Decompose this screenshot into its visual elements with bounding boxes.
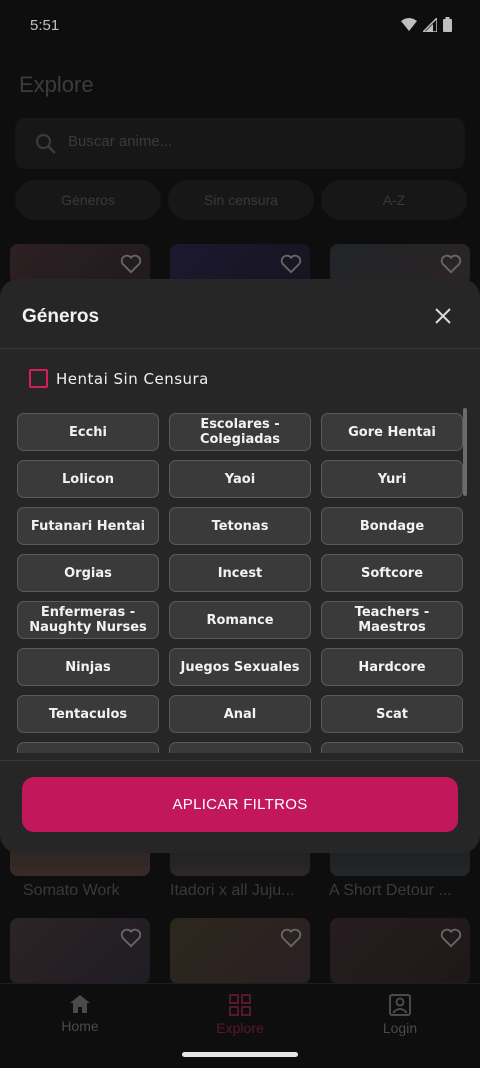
genre-button[interactable]: Escolares - Colegiadas <box>169 413 311 451</box>
genre-button[interactable]: Teachers - Maestros <box>321 601 463 639</box>
nav-home-label: Home <box>61 1018 99 1034</box>
genre-button[interactable]: Futanari Hentai <box>17 507 159 545</box>
genre-button[interactable]: Ecchi <box>17 413 159 451</box>
sheet-header: Géneros <box>0 279 480 349</box>
genre-button[interactable]: Yuri <box>321 460 463 498</box>
uncensored-checkbox-row[interactable]: Hentai Sin Censura <box>29 369 209 388</box>
genre-button[interactable]: Incest <box>169 554 311 592</box>
account-icon <box>389 994 411 1016</box>
nav-home[interactable]: Home <box>20 994 140 1034</box>
nav-login[interactable]: Login <box>340 994 460 1036</box>
home-icon <box>70 995 90 1013</box>
nav-login-label: Login <box>382 1020 418 1036</box>
divider <box>0 760 480 761</box>
genre-button[interactable]: Romance <box>169 601 311 639</box>
genre-button[interactable] <box>169 742 311 753</box>
genre-button[interactable]: Orgias <box>17 554 159 592</box>
scrollbar-thumb[interactable] <box>463 408 467 496</box>
genre-button[interactable]: Hardcore <box>321 648 463 686</box>
genre-button[interactable]: Ninjas <box>17 648 159 686</box>
genre-button[interactable]: Softcore <box>321 554 463 592</box>
genre-button[interactable]: Scat <box>321 695 463 733</box>
close-icon[interactable] <box>430 303 456 329</box>
uncensored-checkbox[interactable] <box>29 369 48 388</box>
genre-button[interactable]: Tentaculos <box>17 695 159 733</box>
genre-button[interactable]: Enfermeras - Naughty Nurses <box>17 601 159 639</box>
apply-filters-button[interactable]: APLICAR FILTROS <box>22 777 458 832</box>
home-indicator <box>182 1052 298 1057</box>
genre-button[interactable]: Yaoi <box>169 460 311 498</box>
sheet-title: Géneros <box>22 306 100 327</box>
genre-button[interactable]: Lolicon <box>17 460 159 498</box>
genre-button[interactable]: Juegos Sexuales <box>169 648 311 686</box>
grid-icon <box>229 994 251 1016</box>
nav-explore-label: Explore <box>216 1020 264 1036</box>
genre-grid: Ecchi Escolares - Colegiadas Gore Hentai… <box>17 413 463 753</box>
genre-button[interactable]: Gore Hentai <box>321 413 463 451</box>
genre-button[interactable]: Bondage <box>321 507 463 545</box>
nav-explore[interactable]: Explore <box>180 994 300 1036</box>
genre-button[interactable] <box>17 742 159 753</box>
uncensored-label: Hentai Sin Censura <box>56 369 209 388</box>
genres-sheet: Géneros Hentai Sin Censura Ecchi Escolar… <box>0 279 480 853</box>
genre-button[interactable]: Tetonas <box>169 507 311 545</box>
genre-button[interactable]: Anal <box>169 695 311 733</box>
genre-button[interactable] <box>321 742 463 753</box>
